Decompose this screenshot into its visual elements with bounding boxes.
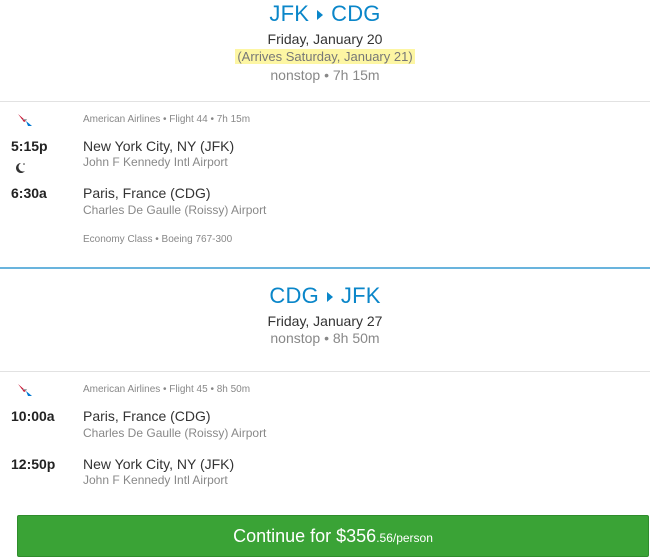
return-arrive-airport: John F Kennedy Intl Airport [83,473,228,487]
return-airline-line: American Airlines • Flight 45 • 8h 50m [83,384,251,395]
return-segment: American Airlines • Flight 45 • 8h 50m 1… [0,0,650,515]
continue-button[interactable]: Continue for $356 .56 /person [17,515,649,557]
price-dollars: $356 [336,525,377,546]
return-depart-city: Paris, France (CDG) [83,408,211,424]
return-depart-airport: Charles De Gaulle (Roissy) Airport [83,426,267,440]
continue-label: Continue for [233,525,332,546]
price-per-person: /person [392,531,433,545]
return-depart-time: 10:00a [11,408,55,424]
american-airlines-logo-icon [18,384,32,396]
price-cents: .56 [376,531,393,545]
return-arrive-city: New York City, NY (JFK) [83,456,235,472]
return-arrive-time: 12:50p [11,456,56,472]
